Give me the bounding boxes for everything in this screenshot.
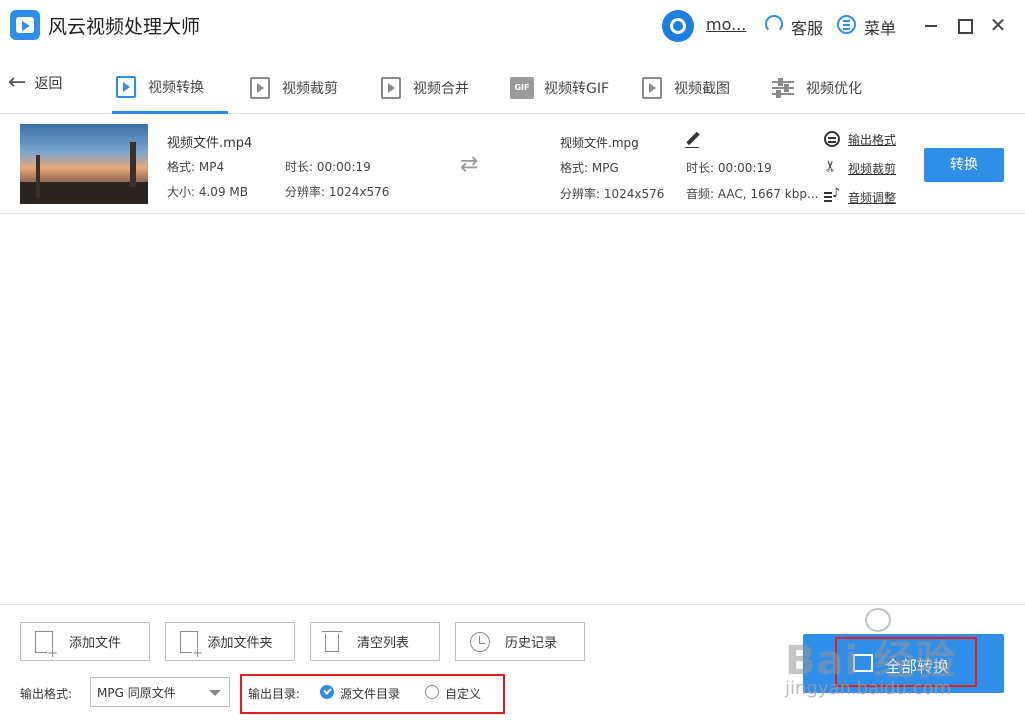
source-file-name: 视频文件.mp4	[167, 136, 253, 151]
chevron-down-icon	[209, 690, 221, 696]
gif-icon: GIF	[510, 77, 534, 99]
clock-icon	[470, 631, 490, 652]
tab-label: 视频转换	[148, 79, 204, 96]
output-format-select[interactable]: MPG 同原文件	[90, 677, 230, 707]
audio-icon	[824, 186, 840, 205]
video-cut-icon	[250, 77, 270, 99]
back-arrow-icon: ←	[8, 70, 27, 95]
tab-video-optimize[interactable]: 视频优化	[768, 62, 866, 114]
user-avatar[interactable]	[662, 10, 694, 42]
edit-pencil-icon[interactable]	[684, 132, 700, 148]
source-dir-label[interactable]: 源文件目录	[340, 685, 400, 702]
sliders-icon	[772, 78, 794, 98]
tab-video-merge[interactable]: 视频合并	[377, 62, 473, 114]
tab-video-cut[interactable]: 视频裁剪	[246, 62, 342, 114]
video-thumbnail[interactable]	[20, 124, 148, 204]
add-folder-button[interactable]: 添加文件夹	[165, 622, 295, 661]
audio-adjust-link[interactable]: 音频调整	[824, 186, 897, 206]
clear-list-label: 清空列表	[356, 636, 409, 651]
history-label: 历史记录	[504, 636, 557, 651]
minimize-button[interactable]	[920, 14, 942, 36]
menu-button[interactable]: 菜单	[864, 15, 896, 39]
scissors-icon	[824, 160, 840, 176]
audio-adjust-label: 音频调整	[848, 190, 897, 205]
output-file-name: 视频文件.mpg	[560, 136, 639, 150]
source-format: 格式: MP4	[167, 160, 225, 174]
output-format-label: 输出格式	[848, 132, 897, 147]
tab-video-screenshot[interactable]: 视频截图	[638, 62, 734, 114]
tab-video-convert[interactable]: 视频转换	[112, 62, 228, 114]
tab-label: 视频合并	[413, 81, 469, 97]
add-folder-icon	[180, 630, 203, 660]
app-title: 风云视频处理大师	[48, 16, 201, 38]
output-dir-caption: 输出目录:	[248, 687, 301, 701]
clear-list-button[interactable]: 清空列表	[310, 622, 440, 661]
user-name-link[interactable]: mo...	[706, 15, 746, 34]
tab-label: 视频裁剪	[282, 81, 338, 97]
output-format-link[interactable]: 输出格式	[824, 130, 896, 148]
tab-video-to-gif[interactable]: GIF 视频转GIF	[506, 62, 613, 114]
add-file-icon	[35, 630, 58, 660]
video-merge-icon	[381, 77, 401, 99]
title-bar: 风云视频处理大师 mo... 客服 菜单 ✕	[0, 0, 1025, 52]
convert-button[interactable]: 转换	[924, 148, 1004, 182]
tab-label: 视频截图	[674, 81, 730, 97]
video-convert-icon	[116, 75, 136, 98]
output-format: 格式: MPG	[560, 161, 619, 175]
maximize-button[interactable]	[953, 14, 975, 36]
custom-dir-label[interactable]: 自定义	[445, 685, 481, 702]
format-icon	[824, 131, 840, 147]
source-size: 大小: 4.09 MB	[167, 185, 248, 199]
radio-source-dir[interactable]	[320, 685, 334, 699]
shuffle-arrows-icon: ⇄	[460, 152, 479, 177]
menu-list-icon[interactable]	[837, 15, 856, 34]
headset-icon[interactable]	[765, 15, 783, 33]
back-button[interactable]: ← 返回	[8, 70, 62, 96]
add-file-button[interactable]: 添加文件	[20, 622, 150, 661]
customer-service-button[interactable]: 客服	[791, 15, 823, 39]
video-cut-link[interactable]: 视频裁剪	[824, 159, 896, 177]
output-audio: 音频: AAC, 1667 kbp...	[686, 187, 819, 201]
source-resolution: 分辨率: 1024x576	[285, 185, 390, 199]
video-cut-label: 视频裁剪	[848, 161, 897, 176]
output-duration: 时长: 00:00:19	[686, 161, 772, 175]
file-list-row[interactable]: 视频文件.mp4 格式: MP4 时长: 00:00:19 大小: 4.09 M…	[0, 114, 1025, 214]
source-duration: 时长: 00:00:19	[285, 160, 371, 174]
tab-label: 视频转GIF	[544, 81, 610, 97]
history-button[interactable]: 历史记录	[455, 622, 585, 661]
radio-custom-dir[interactable]	[425, 685, 439, 699]
trash-icon	[322, 630, 342, 652]
close-button[interactable]: ✕	[987, 14, 1009, 36]
output-format-value: MPG 同原文件	[97, 686, 176, 700]
feature-nav: ← 返回 视频转换 视频裁剪 视频合并 GIF 视频转GIF 视频截图 视频优化	[0, 52, 1025, 114]
add-folder-label: 添加文件夹	[207, 636, 273, 651]
output-resolution: 分辨率: 1024x576	[560, 187, 665, 201]
output-format-caption: 输出格式:	[20, 687, 73, 701]
tab-label: 视频优化	[806, 81, 862, 97]
screenshot-icon	[642, 77, 662, 99]
add-file-label: 添加文件	[68, 636, 121, 651]
convert-all-highlight	[835, 637, 977, 687]
app-logo-icon	[10, 10, 40, 40]
back-label: 返回	[34, 76, 63, 92]
